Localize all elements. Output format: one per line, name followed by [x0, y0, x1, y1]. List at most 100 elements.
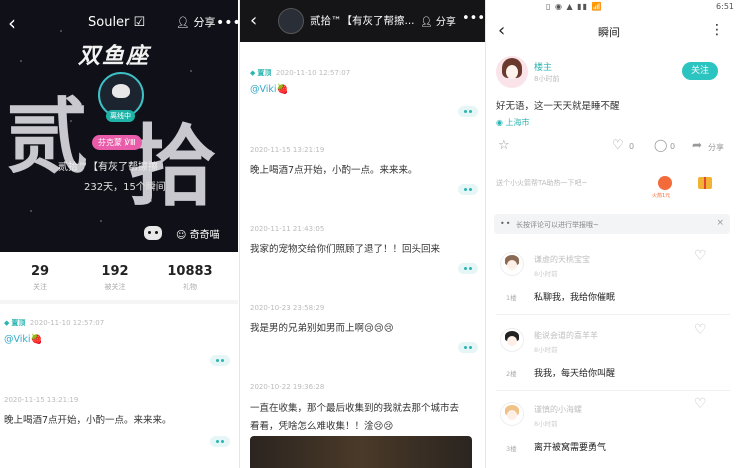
comment-dots-button[interactable] [458, 184, 478, 195]
comment-floor: 2楼 [506, 370, 517, 378]
mention-link[interactable]: @Viki [4, 334, 31, 345]
own-world-button[interactable]: ☺ 奇奇喵 [176, 226, 220, 241]
comment-time: 8小时前 [534, 420, 558, 428]
owner-time: 8小时前 [534, 75, 560, 83]
rocket-gift-label: 火箭1元 [652, 193, 671, 199]
report-tip-text: 长按评论可以进行举报哦~ [516, 221, 599, 229]
count-followers[interactable]: 192 被关注 [80, 264, 150, 292]
status-badge: 离线中 [106, 110, 135, 122]
share-button[interactable]: 👤︎ 分享 [176, 8, 215, 38]
commenter-name[interactable]: 能说会道的喜羊羊 [534, 330, 598, 341]
profile-counts: 29 关注 192 被关注 10883 礼物 [0, 252, 238, 302]
heart-icon[interactable]: ♡ [612, 138, 624, 153]
robot-icon[interactable] [144, 226, 162, 240]
more-icon[interactable]: ••• [216, 8, 238, 38]
strawberry-emoji: 🍓 [276, 84, 289, 95]
comment-text[interactable]: 私聊我，我给你催眠 [534, 290, 615, 303]
avatar[interactable] [496, 56, 528, 88]
action-bar: ☆ ♡ 0 ◯ 0 ➦ 分享 [486, 138, 739, 158]
share-button[interactable]: 👤︎ 分享 [420, 13, 456, 28]
profile-days: 232天，15个瞬间 [84, 182, 166, 193]
post-date: 2020-11-10 12:57:07 [29, 319, 105, 327]
comment-text[interactable]: 离开被窝需要勇气 [534, 440, 606, 453]
count-gifts[interactable]: 10883 礼物 [155, 264, 225, 292]
status-time: 6:51 [716, 2, 734, 11]
back-button[interactable]: ‹ [8, 8, 16, 38]
post-date: 2020-10-22 19:36:28 [250, 383, 325, 391]
comment-dots-button[interactable] [458, 106, 478, 117]
share-label[interactable]: 分享 [708, 142, 724, 153]
divider [496, 390, 730, 391]
post-text[interactable]: 一直在收集，那个最后收集到的我就去那个城市去 [250, 400, 459, 414]
owner-name[interactable]: 楼主 [534, 60, 552, 73]
comment-dots-button[interactable] [210, 355, 230, 366]
heart-icon[interactable]: ♡ [694, 322, 707, 338]
commenter-avatar[interactable] [500, 252, 524, 276]
moments-list-panel: ‹ 贰拾™【有灰了帮擦... 👤︎ 分享 ••• 置顶 2020-11-10 1… [239, 0, 485, 468]
follow-button[interactable]: 关注 [682, 62, 718, 80]
moment-text: 好无语，这一天天就是睡不醒 [496, 101, 620, 112]
post-image[interactable] [250, 436, 472, 468]
commenter-name[interactable]: 谦虚的天桃宝宝 [534, 254, 590, 265]
location-tag[interactable]: ◉ 上海市 [496, 117, 530, 128]
comment-time: 8小时前 [534, 346, 558, 354]
commenter-avatar[interactable] [500, 402, 524, 426]
commenter-name[interactable]: 谨慎的小海螺 [534, 404, 582, 415]
post-text[interactable]: @Viki🍓 [250, 84, 288, 95]
post-meta: 置顶 2020-11-10 12:57:07 [4, 318, 104, 328]
comment-floor: 1楼 [506, 294, 517, 302]
rocket-gift-icon[interactable] [658, 176, 672, 190]
close-icon[interactable]: × [716, 218, 724, 228]
divider [496, 314, 730, 315]
count-value: 10883 [167, 264, 213, 279]
comment-count: 0 [670, 142, 676, 151]
divider [0, 300, 238, 304]
profile-panel: 贰 拾 双鱼座 ‹ Souler ☑ 👤︎ 分享 ••• 离线中 芬克蒙 ℣Ⅲ … [0, 0, 238, 468]
comment-time: 8小时前 [534, 270, 558, 278]
mention-link[interactable]: @Viki [250, 84, 277, 95]
post-text-line2[interactable]: 看看，凭啥怎么难收集！！淦😢😢 [250, 418, 393, 432]
count-label: 关注 [33, 283, 47, 291]
person-icon: 👤︎ [176, 16, 190, 29]
own-world-label: 奇奇喵 [189, 230, 220, 241]
share-label: 分享 [435, 17, 456, 28]
strawberry-emoji: 🍓 [30, 334, 43, 345]
share-label: 分享 [193, 16, 216, 29]
post-text[interactable]: 我家的宠物交给你们照顾了退了！！回头回来 [250, 241, 440, 255]
more-icon[interactable]: ⋮ [710, 22, 724, 38]
post-meta: 置顶 2020-11-10 12:57:07 [250, 68, 350, 78]
heart-icon[interactable]: ♡ [694, 248, 707, 264]
heart-icon[interactable]: ♡ [694, 396, 707, 412]
gift-prompt: 送个小火箭帮TA助热一下吧~ [496, 179, 588, 187]
back-button[interactable]: ‹ [250, 10, 257, 31]
post-text[interactable]: 我是男的兄弟别如男而上啊😢😢😢 [250, 320, 394, 334]
post-text[interactable]: 晚上喝酒7点开始，小酌一点。来来来。 [4, 412, 172, 426]
like-count: 0 [629, 142, 635, 151]
location-pin-icon: ◉ [496, 118, 503, 127]
gift-box-icon[interactable] [698, 177, 712, 189]
profile-name: 贰拾™【有灰了帮擦擦 [58, 162, 158, 173]
profile-title: Souler ☑ [88, 15, 146, 30]
post-text[interactable]: 晚上喝酒7点开始，小酌一点。来来来。 [250, 162, 418, 176]
robot-icon: •• [500, 219, 512, 228]
more-icon[interactable]: ••• [462, 11, 485, 26]
post-date: 2020-11-15 13:21:19 [4, 396, 79, 404]
page-title: 瞬间 [598, 26, 620, 39]
count-following[interactable]: 29 关注 [5, 264, 75, 292]
star-icon[interactable]: ☆ [498, 138, 510, 153]
avatar[interactable] [278, 8, 304, 34]
list-topbar: ‹ 贰拾™【有灰了帮擦... 👤︎ 分享 ••• [240, 0, 485, 42]
share-icon[interactable]: ➦ [692, 138, 702, 152]
list-title: 贰拾™【有灰了帮擦... [310, 15, 415, 27]
commenter-avatar[interactable] [500, 328, 524, 352]
post-date: 2020-11-15 13:21:19 [250, 146, 325, 154]
post-text[interactable]: @Viki🍓 [4, 334, 42, 345]
count-label: 被关注 [104, 283, 126, 291]
back-button[interactable]: ‹ [498, 20, 505, 41]
comment-dots-button[interactable] [458, 263, 478, 274]
comment-dots-button[interactable] [210, 436, 230, 447]
status-icons: ▯ ◉ ▲ ▮▮ 📶 [546, 2, 603, 11]
comment-text[interactable]: 我我，每天给你叫醒 [534, 366, 615, 379]
comment-dots-button[interactable] [458, 342, 478, 353]
comment-icon[interactable]: ◯ [654, 138, 667, 152]
